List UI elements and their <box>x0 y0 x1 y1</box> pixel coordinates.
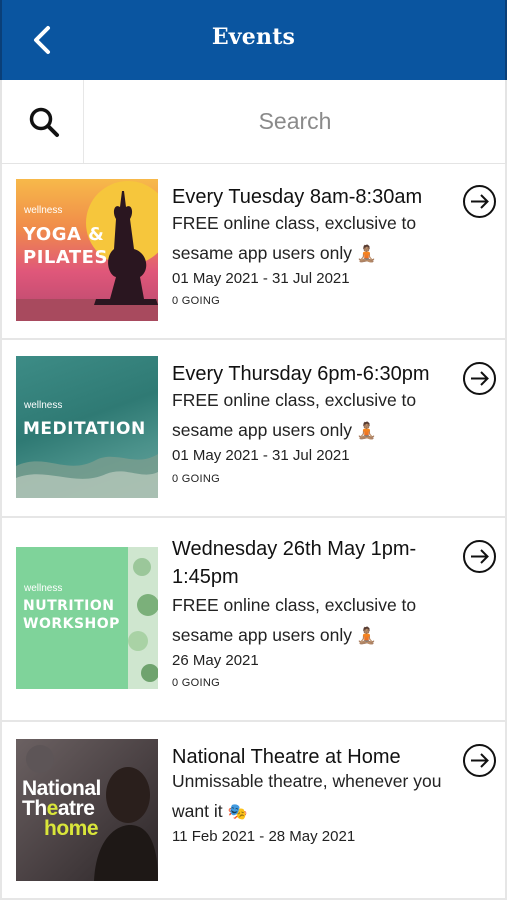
event-image-tag: wellness <box>24 583 63 594</box>
event-open-button[interactable] <box>462 184 497 219</box>
event-open-button[interactable] <box>462 743 497 778</box>
event-image-title: MEDITATION <box>23 419 146 439</box>
event-dates: 01 May 2021 - 31 Jul 2021 <box>172 447 350 464</box>
event-description: FREE online class, exclusive to sesame a… <box>172 595 417 645</box>
app-header: Events <box>0 0 507 80</box>
event-image-meditation: wellness MEDITATION <box>16 356 158 498</box>
event-card-national-theatre[interactable]: National Theatre home National Theatre a… <box>0 722 507 900</box>
event-image-yoga-pilates: wellness YOGA & PILATES <box>16 179 158 321</box>
event-description: Unmissable theatre, whenever you want it… <box>172 771 442 821</box>
event-image-tag: wellness <box>24 205 63 216</box>
arrow-right-circle-icon <box>463 540 496 573</box>
event-dates: 26 May 2021 <box>172 652 259 669</box>
event-going-count: 0 GOING <box>172 473 220 485</box>
search-input[interactable] <box>85 80 505 163</box>
event-going-count: 0 GOING <box>172 677 220 689</box>
event-title: Wednesday 26th May 1pm- 1:45pm <box>172 538 417 588</box>
event-card-meditation[interactable]: wellness MEDITATION Every Thursday 6pm-6… <box>0 340 507 518</box>
event-card-yoga-pilates[interactable]: wellness YOGA & PILATES Every Tuesday 8a… <box>0 164 507 340</box>
search-bar <box>0 80 507 164</box>
event-image-nutrition-workshop: wellness NUTRITION WORKSHOP <box>16 547 158 689</box>
meditation-emoji-icon: 🧘🏽 <box>356 626 377 645</box>
event-dates: 11 Feb 2021 - 28 May 2021 <box>172 828 356 845</box>
event-image-title: National Theatre home <box>22 777 101 840</box>
arrow-right-circle-icon <box>463 185 496 218</box>
event-image-tag: wellness <box>24 400 63 411</box>
event-image-title: NUTRITION WORKSHOP <box>23 598 120 633</box>
arrow-right-circle-icon <box>463 362 496 395</box>
page-title: Events <box>211 24 296 50</box>
event-title: Every Thursday 6pm-6:30pm <box>172 363 430 385</box>
event-description: FREE online class, exclusive to sesame a… <box>172 213 417 263</box>
event-description: FREE online class, exclusive to sesame a… <box>172 390 417 440</box>
event-image-title: YOGA & PILATES <box>23 224 108 269</box>
event-going-count: 0 GOING <box>172 295 220 307</box>
meditation-emoji-icon: 🧘🏽 <box>356 244 377 263</box>
event-title: Every Tuesday 8am-8:30am <box>172 186 423 208</box>
meditation-emoji-icon: 🧘🏽 <box>356 421 377 440</box>
theatre-masks-emoji-icon: 🎭 <box>227 802 248 821</box>
event-open-button[interactable] <box>462 539 497 574</box>
arrow-right-circle-icon <box>463 744 496 777</box>
event-card-nutrition-workshop[interactable]: wellness NUTRITION WORKSHOP Wednesday 26… <box>0 518 507 722</box>
event-open-button[interactable] <box>462 361 497 396</box>
event-image-national-theatre: National Theatre home <box>16 739 158 881</box>
event-dates: 01 May 2021 - 31 Jul 2021 <box>172 270 350 287</box>
search-icon <box>29 107 59 137</box>
search-button[interactable] <box>2 80 84 163</box>
